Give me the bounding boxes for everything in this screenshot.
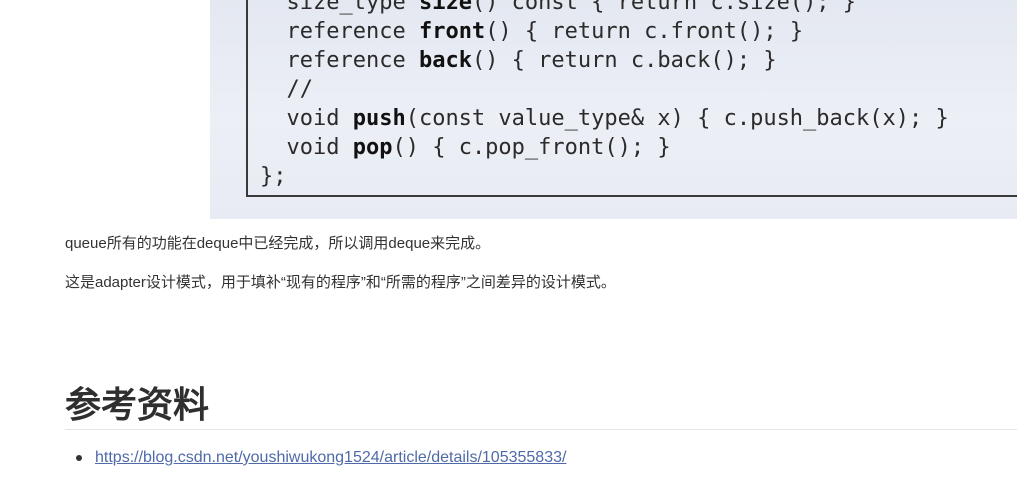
code-text: (const value_type& x) { c.push_back(x); … bbox=[405, 106, 949, 131]
code-keyword: size bbox=[418, 0, 472, 15]
code-text: reference bbox=[260, 19, 419, 44]
code-block: size_type size() const { return c.size()… bbox=[260, 0, 949, 191]
code-line: size_type size() const { return c.size()… bbox=[260, 0, 949, 17]
reference-link[interactable]: https://blog.csdn.net/youshiwukong1524/a… bbox=[95, 449, 566, 466]
heading-divider bbox=[65, 429, 1017, 430]
references-heading: 参考资料 bbox=[65, 385, 210, 426]
code-text: () { return c.back(); } bbox=[471, 48, 777, 73]
code-text: void bbox=[260, 135, 353, 160]
code-text: void bbox=[260, 106, 353, 131]
references-list: https://blog.csdn.net/youshiwukong1524/a… bbox=[65, 447, 566, 469]
paragraph-adapter-pattern: 这是adapter设计模式，用于填补“现有的程序”和“所需的程序”之间差异的设计… bbox=[65, 274, 616, 291]
code-text: }; bbox=[260, 164, 287, 189]
code-line: }; bbox=[260, 162, 949, 191]
code-line: // bbox=[260, 75, 949, 104]
code-text: () { return c.front(); } bbox=[485, 19, 804, 44]
code-text: () const { return c.size(); } bbox=[471, 0, 857, 15]
code-text: // bbox=[260, 77, 313, 102]
article-page: size_type size() const { return c.size()… bbox=[0, 0, 1017, 488]
code-text: reference bbox=[260, 48, 419, 73]
code-keyword: front bbox=[418, 19, 486, 44]
code-slide-image: size_type size() const { return c.size()… bbox=[210, 0, 1017, 219]
paragraph-queue-deque: queue所有的功能在deque中已经完成，所以调用deque来完成。 bbox=[65, 235, 491, 252]
code-keyword: push bbox=[352, 106, 406, 131]
code-text: () { c.pop_front(); } bbox=[392, 135, 671, 160]
code-text: size_type bbox=[260, 0, 419, 15]
code-line: void pop() { c.pop_front(); } bbox=[260, 133, 949, 162]
bullet-icon bbox=[76, 455, 82, 461]
code-line: void push(const value_type& x) { c.push_… bbox=[260, 104, 949, 133]
code-line: reference front() { return c.front(); } bbox=[260, 17, 949, 46]
code-line: reference back() { return c.back(); } bbox=[260, 46, 949, 75]
reference-item: https://blog.csdn.net/youshiwukong1524/a… bbox=[76, 447, 566, 469]
code-keyword: back bbox=[418, 48, 472, 73]
code-keyword: pop bbox=[352, 135, 393, 160]
